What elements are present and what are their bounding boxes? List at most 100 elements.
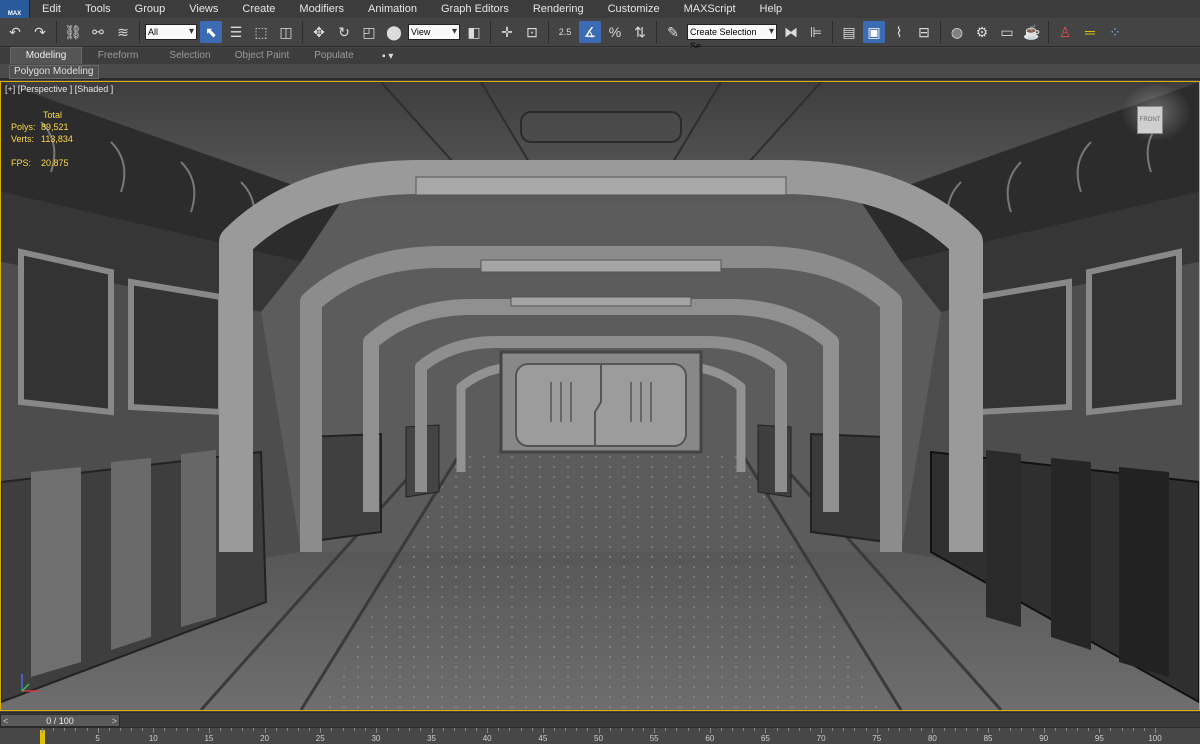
viewport-label-menu[interactable]: [+] [Perspective ] [Shaded ] [5,84,113,94]
particle-view-icon[interactable]: ⁘ [1104,21,1126,43]
menu-rendering[interactable]: Rendering [521,0,596,18]
perspective-viewport[interactable]: [+] [Perspective ] [Shaded ] Total Polys… [0,81,1200,711]
place-icon[interactable]: ⬤ [383,21,405,43]
track-bar-tick [765,728,767,733]
toggle-scene-explorer-icon[interactable]: ▣ [863,21,885,43]
ribbon-options-icon[interactable]: ▪ ▾ [382,51,393,62]
track-bar-tick [754,728,756,731]
track-bar-tick [565,728,567,731]
ribbon-panel: Polygon Modeling [0,64,1200,80]
track-bar-tick [876,728,878,733]
track-bar-tick [954,728,956,731]
track-bar-tick-label: 55 [649,734,659,743]
material-editor-icon[interactable]: ◍ [946,21,968,43]
menu-modifiers[interactable]: Modifiers [287,0,356,18]
scale-icon[interactable]: ◰ [358,21,380,43]
align-icon[interactable]: ⊫ [805,21,827,43]
reference-coordinate-dropdown[interactable]: View [408,24,460,40]
undo-icon[interactable]: ↶ [4,21,26,43]
track-bar-tick [1032,728,1034,731]
track-bar-tick [108,728,110,731]
track-bar-tick [1155,728,1156,733]
track-bar-tick [1043,728,1045,733]
mirror-icon[interactable]: ⧓ [780,21,802,43]
menu-graph-editors[interactable]: Graph Editors [429,0,521,18]
rectangular-selection-icon[interactable]: ⬚ [250,21,272,43]
track-bar-tick [320,728,322,733]
tab-selection[interactable]: Selection [154,48,226,64]
track-bar[interactable]: 5 10 15 20 25 30 35 40 45 50 55 60 65 70 75 80 85 90 95 100 [0,727,1200,744]
stats-header: Total [43,110,63,120]
track-bar-tick [1065,728,1067,731]
populate-icon[interactable]: ♙ [1054,21,1076,43]
track-bar-tick [331,728,333,731]
track-bar-tick [932,728,934,733]
time-slider[interactable]: < 0 / 100 > [0,714,120,727]
menu-tools[interactable]: Tools [73,0,123,18]
viewcube[interactable]: FRONT [1137,106,1163,134]
track-bar-tick [442,728,444,731]
rotate-icon[interactable]: ↻ [333,21,355,43]
menu-create[interactable]: Create [230,0,287,18]
render-setup-icon[interactable]: ⚙ [971,21,993,43]
track-bar-tick [286,728,288,731]
tab-object-paint[interactable]: Object Paint [226,48,298,64]
menu-help[interactable]: Help [748,0,795,18]
track-bar-tick [231,728,233,731]
unlink-icon[interactable]: ⚯ [87,21,109,43]
rendered-frame-window-icon[interactable]: ▭ [996,21,1018,43]
select-manipulate-icon[interactable]: ✛ [496,21,518,43]
menu-animation[interactable]: Animation [356,0,429,18]
edit-named-selection-icon[interactable]: ✎ [662,21,684,43]
polygon-modeling-panel-button[interactable]: Polygon Modeling [9,65,99,79]
menu-customize[interactable]: Customize [596,0,672,18]
track-bar-tick [97,728,99,733]
toolbar-separator [302,21,303,43]
link-icon[interactable]: ⛓ [62,21,84,43]
track-bar-tick [42,728,43,733]
redo-icon[interactable]: ↷ [29,21,51,43]
track-bar-tick [910,728,912,731]
track-bar-tick [498,728,500,731]
spinner-snap-icon[interactable]: ⇅ [629,21,651,43]
track-bar-tick-label: 90 [1039,734,1049,743]
track-bar-tick [542,728,544,733]
menu-maxscript[interactable]: MAXScript [672,0,748,18]
curve-editor-icon[interactable]: ⌇ [888,21,910,43]
schematic-view-icon[interactable]: ⊟ [913,21,935,43]
selection-filter-dropdown[interactable]: All [145,24,197,40]
track-bar-tick [643,728,645,731]
ribbon-toggle-icon[interactable]: ═ [1079,21,1101,43]
track-bar-tick [921,728,923,731]
track-bar-tick [665,728,667,731]
track-bar-tick [297,728,299,731]
named-selection-sets-dropdown[interactable]: Create Selection Se [687,24,777,51]
percent-snap-icon[interactable]: % [604,21,626,43]
tab-populate[interactable]: Populate [298,48,370,64]
select-by-name-icon[interactable]: ☰ [225,21,247,43]
menu-group[interactable]: Group [123,0,178,18]
angle-snap-icon[interactable]: ∡ [579,21,601,43]
render-production-icon[interactable]: ☕ [1021,21,1043,43]
tab-modeling[interactable]: Modeling [10,47,82,65]
track-bar-tick [576,728,578,731]
toolbar-separator [940,21,941,43]
pivot-icon[interactable]: ◧ [463,21,485,43]
menu-views[interactable]: Views [177,0,230,18]
bind-space-warp-icon[interactable]: ≋ [112,21,134,43]
tab-freeform[interactable]: Freeform [82,48,154,64]
stats-polys-value: 89,521 [41,122,69,132]
track-bar-tick-label: 65 [760,734,770,743]
layer-manager-icon[interactable]: ▤ [838,21,860,43]
window-crossing-icon[interactable]: ◫ [275,21,297,43]
track-bar-tick [275,728,277,731]
menu-edit[interactable]: Edit [30,0,73,18]
select-object-icon[interactable]: ⬉ [200,21,222,43]
move-icon[interactable]: ✥ [308,21,330,43]
track-bar-tick [75,728,77,731]
next-frame-button[interactable]: > [112,715,117,727]
keyboard-shortcut-icon[interactable]: ⊡ [521,21,543,43]
app-logo[interactable]: MAX [0,0,30,18]
track-bar-tick [53,728,55,731]
snap-toggle-icon[interactable]: 2.5 [554,21,576,43]
